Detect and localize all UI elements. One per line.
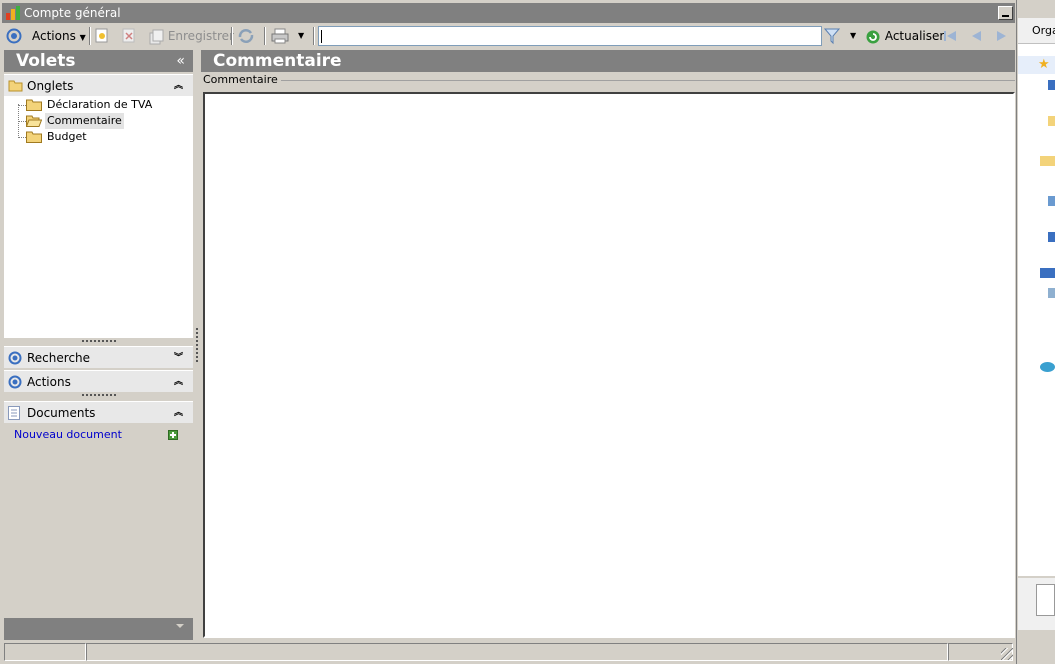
- open-folder-icon: [26, 115, 42, 127]
- section-onglets-label: Onglets: [27, 79, 74, 93]
- save-icon: [149, 29, 164, 44]
- section-onglets[interactable]: Onglets ︽: [4, 74, 193, 96]
- side-panel: Volets « Onglets ︽ Déclaration de TVA Co…: [4, 50, 193, 640]
- window-title: Compte général: [24, 6, 121, 20]
- organize-label[interactable]: Orga: [1032, 24, 1055, 37]
- star-icon: ★: [1038, 57, 1050, 72]
- refresh-icon: [866, 30, 880, 43]
- folder-icon: [26, 99, 42, 111]
- comment-textarea[interactable]: [203, 92, 1015, 638]
- network-icon[interactable]: [1040, 362, 1055, 372]
- toolbar: Actions ▼ Enregistrer ▼ ▼ Actualiser: [2, 24, 1015, 48]
- tree-item-label: Commentaire: [45, 113, 124, 129]
- save-label: Enregistrer: [167, 29, 234, 43]
- section-documents[interactable]: Documents ︽: [4, 401, 193, 423]
- next-record-icon[interactable]: [995, 29, 1009, 43]
- search-input[interactable]: [318, 26, 822, 46]
- gear-icon: [1036, 584, 1055, 616]
- collapse-up-icon[interactable]: ︽: [174, 75, 183, 97]
- resize-corner-grip[interactable]: [1001, 648, 1013, 660]
- search-circle-icon: [8, 351, 22, 365]
- collapse-up-icon[interactable]: ︽: [174, 402, 183, 424]
- actions-menu-label: Actions: [32, 29, 76, 43]
- tree-item-label: Déclaration de TVA: [47, 98, 153, 111]
- folder-icon: [8, 80, 23, 92]
- libraries-icon[interactable]: [1040, 156, 1055, 166]
- text-caret: [321, 30, 322, 43]
- side-panel-footer: [4, 618, 193, 640]
- tree-item-label: Budget: [47, 130, 87, 143]
- sync-icon[interactable]: [237, 28, 255, 44]
- previous-record-icon[interactable]: [969, 29, 983, 43]
- drive-icon[interactable]: [1048, 288, 1055, 298]
- section-recherche[interactable]: Recherche ︾: [4, 346, 193, 368]
- toolbar-separator: [231, 27, 233, 45]
- collapse-up-icon[interactable]: ︽: [174, 371, 183, 393]
- main-window: Compte général Actions ▼ Enregistrer ▼ ▼…: [0, 0, 1017, 664]
- panel-splitter[interactable]: [194, 50, 200, 640]
- nav-item-icon[interactable]: [1048, 196, 1055, 206]
- actions-circle-icon[interactable]: [6, 28, 22, 44]
- dropdown-arrow-icon: ▼: [79, 33, 86, 42]
- app-logo-icon: [6, 6, 20, 20]
- documents-body: Nouveau document: [4, 424, 193, 614]
- filter-icon[interactable]: [824, 27, 840, 45]
- minimize-button[interactable]: [998, 6, 1013, 20]
- section-documents-label: Documents: [27, 406, 96, 420]
- folder-icon[interactable]: [1048, 116, 1055, 126]
- status-pane: [4, 643, 86, 661]
- group-box-line: [203, 80, 1015, 81]
- actions-menu-button[interactable]: Actions ▼: [32, 26, 86, 46]
- nav-item-icon[interactable]: [1048, 232, 1055, 242]
- delete-record-icon[interactable]: [122, 28, 136, 44]
- resize-grip[interactable]: [82, 394, 116, 397]
- document-icon: [8, 406, 20, 420]
- group-box-label: Commentaire: [203, 73, 281, 86]
- computer-icon[interactable]: [1040, 268, 1055, 278]
- expand-down-icon[interactable]: ︾: [174, 347, 183, 369]
- content-header: Commentaire: [201, 50, 1015, 72]
- resize-grip[interactable]: [82, 340, 116, 343]
- filter-dropdown-icon[interactable]: ▼: [850, 26, 856, 46]
- title-bar: Compte général: [2, 3, 1015, 23]
- panes-header: Volets «: [4, 50, 193, 72]
- tree-connector: [18, 105, 26, 106]
- save-button[interactable]: Enregistrer: [148, 26, 234, 46]
- chevron-down-icon[interactable]: [176, 624, 184, 628]
- tabs-tree: Déclaration de TVA Commentaire Budget: [4, 96, 193, 338]
- tree-connector: [18, 121, 26, 122]
- toolbar-separator: [89, 27, 91, 45]
- section-actions[interactable]: Actions ︽: [4, 370, 193, 392]
- background-window-toolbar: Orga: [1018, 18, 1055, 44]
- new-record-icon[interactable]: [95, 28, 109, 44]
- toolbar-separator: [313, 27, 315, 45]
- nav-item-icon[interactable]: [1048, 80, 1055, 90]
- collapse-panel-icon[interactable]: «: [176, 50, 185, 72]
- section-actions-label: Actions: [27, 375, 71, 389]
- status-bar: [2, 642, 1015, 662]
- content-title: Commentaire: [213, 51, 342, 71]
- first-record-icon[interactable]: [943, 29, 957, 43]
- print-icon[interactable]: [271, 28, 289, 44]
- refresh-label: Actualiser: [884, 29, 945, 43]
- splitter-grip[interactable]: [196, 328, 198, 362]
- add-document-icon[interactable]: [168, 430, 178, 440]
- background-details-pane: [1018, 578, 1055, 630]
- desktop: Compte général Actions ▼ Enregistrer ▼ ▼…: [0, 0, 1055, 664]
- favorites-row[interactable]: ★: [1018, 56, 1055, 74]
- print-dropdown-icon[interactable]: ▼: [298, 26, 304, 46]
- new-document-link[interactable]: Nouveau document: [14, 428, 122, 441]
- toolbar-separator: [264, 27, 266, 45]
- background-window: Orga ★: [1018, 0, 1055, 664]
- section-recherche-label: Recherche: [27, 351, 91, 365]
- panes-title: Volets: [16, 51, 76, 71]
- folder-icon: [26, 131, 42, 143]
- actions-circle-icon: [8, 375, 22, 389]
- tree-connector: [18, 137, 26, 138]
- refresh-button[interactable]: Actualiser: [865, 26, 944, 46]
- status-pane: [86, 643, 948, 661]
